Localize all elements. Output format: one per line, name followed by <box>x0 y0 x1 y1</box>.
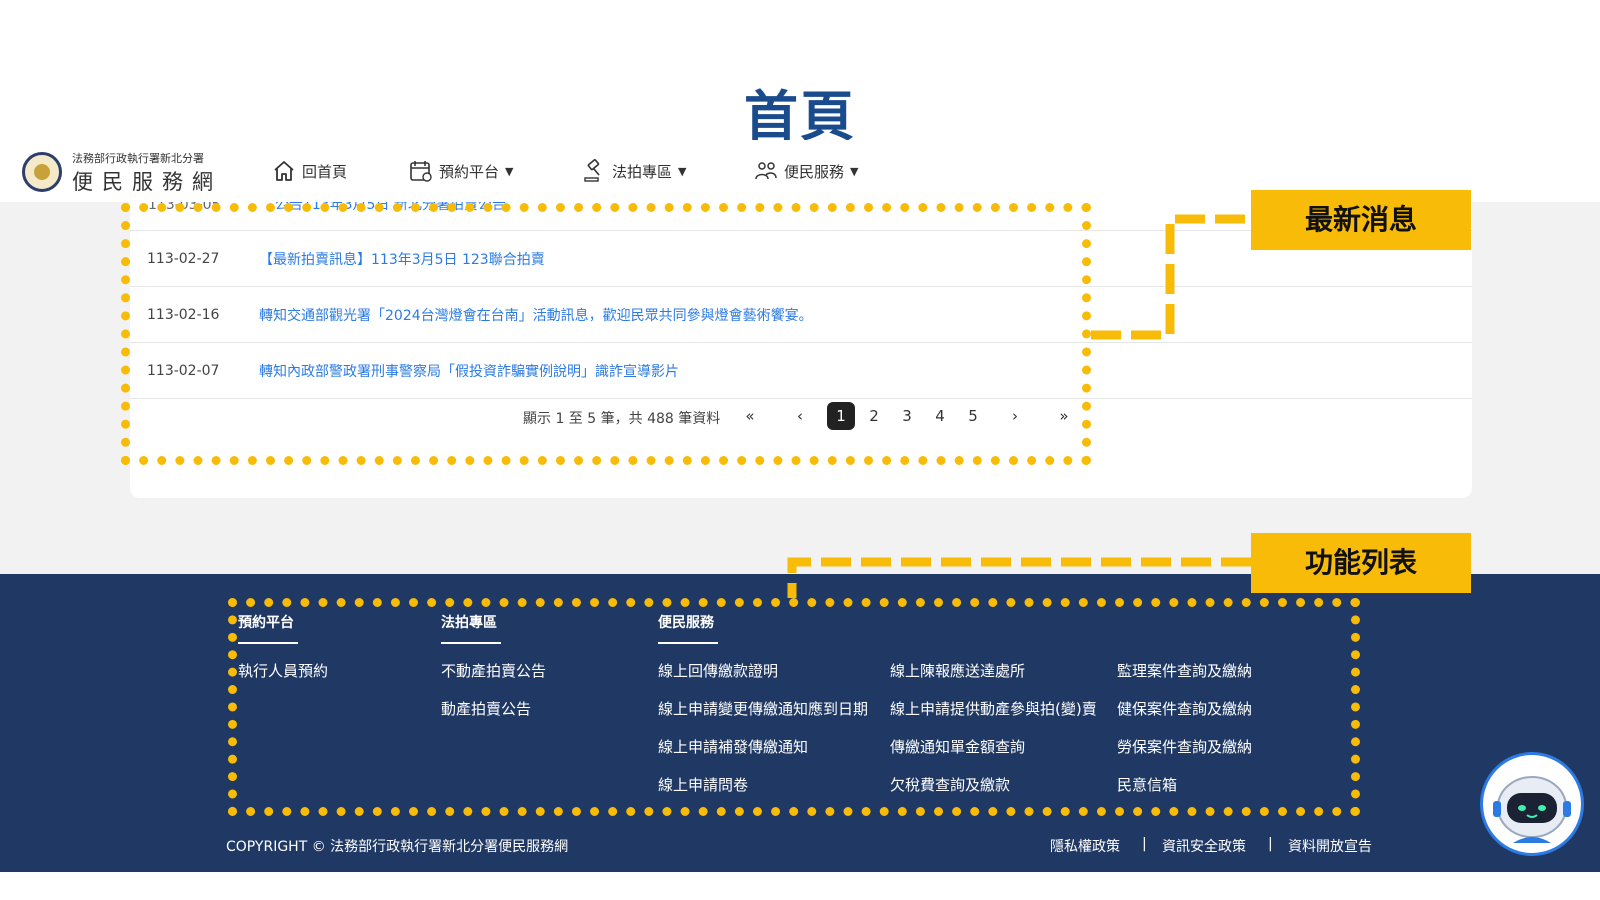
callout-connectors <box>787 214 1251 598</box>
callout-latest-news: 最新消息 <box>1251 190 1471 250</box>
callout-function-list: 功能列表 <box>1251 533 1471 593</box>
